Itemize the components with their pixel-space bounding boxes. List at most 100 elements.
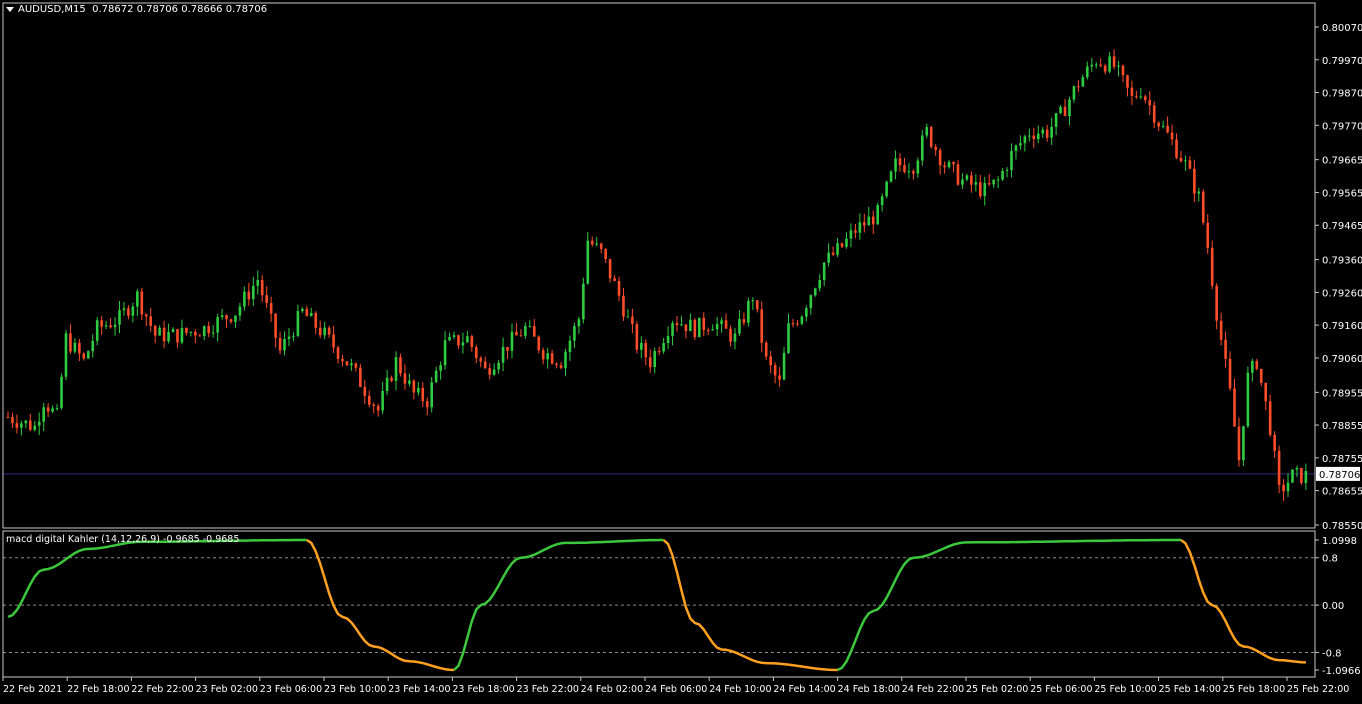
candle-body — [506, 346, 509, 351]
trading-chart[interactable]: 0.80070 0.79970 0.79870 0.79770 0.79665 0.795… — [0, 0, 1362, 700]
candle-body — [640, 342, 643, 350]
candle-body — [978, 182, 982, 197]
candle-body — [800, 316, 804, 324]
candle-body — [1036, 133, 1040, 140]
candle-body — [903, 165, 906, 172]
candle-body — [693, 319, 697, 338]
candle-body — [421, 387, 425, 402]
candle-body — [144, 314, 148, 317]
candle-body — [773, 365, 777, 376]
candle-body — [247, 291, 251, 300]
candle-body — [350, 363, 353, 366]
candle-body — [113, 324, 117, 328]
candle-body — [724, 320, 728, 329]
candle-body — [305, 308, 309, 317]
macd-series-line — [837, 538, 1181, 672]
chart-canvas[interactable]: 0.80070 0.79970 0.79870 0.79770 0.79665 0.795… — [0, 0, 1362, 700]
candle-body — [519, 335, 523, 337]
candle-body — [831, 252, 835, 255]
candle-body — [524, 326, 527, 336]
candle-body — [1148, 100, 1152, 106]
candle-body — [1028, 135, 1031, 137]
price-tick-label: 0.78755 — [1322, 454, 1362, 465]
candle-body — [1019, 143, 1022, 146]
candle-body — [1081, 77, 1085, 87]
candle-body — [1286, 482, 1290, 492]
candle-body — [78, 342, 81, 354]
candle-body — [1059, 106, 1062, 114]
time-tick-label: 25 Feb 22:00 — [1287, 684, 1349, 695]
candle-body — [626, 316, 630, 318]
candle-body — [171, 329, 175, 333]
candle-body — [711, 329, 714, 331]
candle-body — [987, 183, 991, 185]
candle-body — [550, 353, 554, 364]
candle-body — [925, 127, 929, 136]
candle-body — [809, 295, 813, 309]
candle-body — [1282, 484, 1285, 492]
candle-body — [1050, 126, 1053, 138]
candle-body — [252, 285, 255, 300]
candle-body — [140, 291, 144, 315]
candle-body — [60, 376, 63, 409]
dropdown-triangle-icon[interactable] — [6, 6, 14, 12]
candle-body — [1072, 86, 1076, 100]
indicator-header[interactable]: macd digital Kahler (14,12,26,9) -0.9685… — [6, 534, 239, 545]
candle-body — [666, 336, 670, 344]
candle-body — [706, 330, 710, 332]
time-tick-label: 22 Feb 2021 — [3, 684, 62, 695]
candle-body — [283, 338, 286, 351]
candle-body — [448, 336, 451, 341]
candle-body — [916, 160, 920, 174]
indicator-tick-label: 0.00 — [1322, 601, 1344, 612]
candle-body — [1157, 122, 1160, 127]
candle-body — [162, 327, 166, 342]
candle-body — [1166, 125, 1169, 133]
candle-body — [194, 331, 197, 336]
candle-body — [42, 407, 45, 422]
candle-body — [577, 319, 581, 327]
candle-body — [1005, 169, 1009, 171]
price-tick-label: 0.78550 — [1322, 521, 1362, 532]
candle-body — [287, 336, 291, 339]
candle-body — [483, 361, 487, 369]
indicator-layer — [3, 538, 1315, 672]
candle-body — [1246, 372, 1250, 427]
time-tick-label: 25 Feb 10:00 — [1094, 684, 1156, 695]
candle-body — [537, 336, 541, 351]
candle-body — [1210, 247, 1214, 286]
candle-body — [747, 300, 750, 323]
candle-body — [269, 302, 273, 314]
candle-body — [1117, 65, 1120, 67]
macd-series-line — [1180, 538, 1306, 664]
candle-body — [956, 164, 960, 185]
chart-header[interactable]: AUDUSD,M15 0.78672 0.78706 0.78666 0.787… — [6, 4, 267, 15]
candle-body — [970, 175, 973, 185]
candle-body — [403, 373, 407, 384]
candle-body — [497, 362, 500, 370]
candle-body — [376, 406, 380, 411]
candle-body — [176, 329, 179, 343]
candle-body — [1094, 64, 1098, 66]
candle-body — [608, 259, 612, 279]
candle-body — [541, 350, 545, 360]
candle-body — [425, 401, 429, 408]
candle-body — [1184, 160, 1187, 162]
candle-body — [1295, 467, 1299, 470]
candle-body — [840, 243, 844, 247]
price-tick-label: 0.79770 — [1322, 121, 1362, 132]
candle-body — [885, 181, 888, 197]
candle-body — [323, 327, 326, 336]
price-tick-label: 0.79360 — [1322, 256, 1362, 267]
candle-body — [189, 331, 193, 333]
candle-body — [1224, 339, 1227, 359]
candle-body — [1170, 132, 1174, 140]
current-price-label: 0.78706 — [1319, 470, 1360, 481]
candle-body — [974, 182, 978, 185]
candle-body — [867, 216, 871, 226]
time-tick-label: 25 Feb 18:00 — [1223, 684, 1285, 695]
candle-body — [1130, 87, 1134, 96]
candle-body — [185, 327, 188, 333]
candle-body — [617, 280, 621, 296]
candle-body — [586, 240, 590, 284]
